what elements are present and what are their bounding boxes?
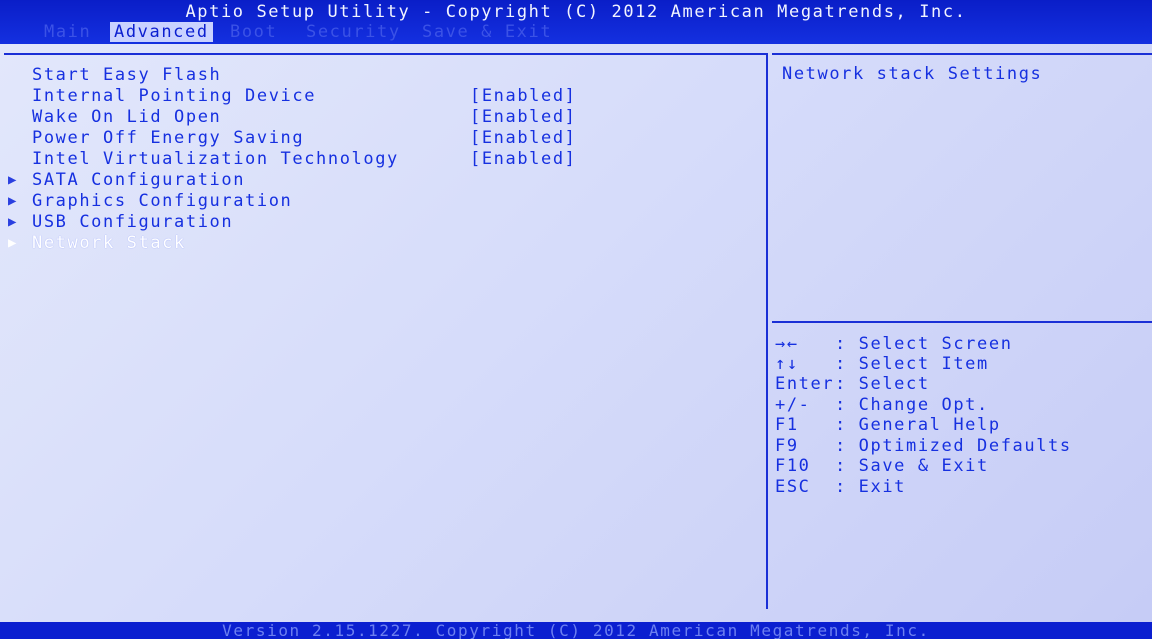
key-desc: : General Help [835, 415, 1001, 435]
help-description: Network stack Settings [782, 64, 1043, 84]
menu-item-label: USB Configuration [32, 212, 234, 232]
menu-item-internal-pointing-device[interactable]: Internal Pointing Device [Enabled] [4, 86, 764, 106]
menu-item-value[interactable]: [Enabled] [470, 107, 577, 127]
menu-item-label: Wake On Lid Open [32, 107, 222, 127]
key-hint-change-opt: +/- : Change Opt. [775, 395, 987, 415]
key-label: +/- [775, 395, 811, 415]
key-hint-enter: Enter : Select [775, 374, 928, 394]
tab-save-exit[interactable]: Save & Exit [418, 22, 556, 42]
menu-item-power-off-energy-saving[interactable]: Power Off Energy Saving [Enabled] [4, 128, 764, 148]
key-label: F1 [775, 415, 799, 435]
menu-item-value[interactable]: [Enabled] [470, 128, 577, 148]
menu-item-value[interactable]: [Enabled] [470, 86, 577, 106]
key-label: F9 [775, 436, 799, 456]
menu-item-label: Graphics Configuration [32, 191, 293, 211]
help-panel [772, 53, 1152, 323]
menu-item-label: Start Easy Flash [32, 65, 222, 85]
menu-item-label: Network Stack [32, 233, 186, 253]
key-label: Enter [775, 374, 835, 394]
menu-item-start-easy-flash[interactable]: Start Easy Flash [4, 65, 764, 85]
key-arrows-lr-icon: →← [775, 334, 799, 354]
key-hint-save-exit: F10 : Save & Exit [775, 456, 987, 476]
menu-item-label: Internal Pointing Device [32, 86, 317, 106]
key-desc: : Save & Exit [835, 456, 989, 476]
submenu-arrow-icon: ▶ [8, 172, 19, 188]
menu-item-graphics-configuration[interactable]: ▶ Graphics Configuration [4, 191, 764, 211]
submenu-arrow-icon: ▶ [8, 193, 19, 209]
key-desc: : Change Opt. [835, 395, 989, 415]
key-hint-general-help: F1 : General Help [775, 415, 999, 435]
menu-item-value[interactable]: [Enabled] [470, 149, 577, 169]
key-desc: : Select Screen [835, 334, 1013, 354]
key-desc: : Select [835, 374, 930, 394]
key-label: F10 [775, 456, 811, 476]
key-hint-exit: ESC : Exit [775, 477, 904, 497]
app-title: Aptio Setup Utility - Copyright (C) 2012… [185, 2, 967, 22]
submenu-arrow-icon: ▶ [8, 235, 19, 251]
key-label: ESC [775, 477, 811, 497]
menu-item-label: Intel Virtualization Technology [32, 149, 399, 169]
key-desc: : Exit [835, 477, 907, 497]
menu-item-label: SATA Configuration [32, 170, 246, 190]
key-desc: : Select Item [835, 354, 989, 374]
settings-list: Start Easy Flash Internal Pointing Devic… [4, 53, 768, 609]
menu-item-wake-on-lid-open[interactable]: Wake On Lid Open [Enabled] [4, 107, 764, 127]
tab-security[interactable]: Security [302, 22, 405, 42]
title-bar: Aptio Setup Utility - Copyright (C) 2012… [0, 0, 1152, 44]
key-hint-select-item: ↑↓ : Select Item [775, 354, 987, 374]
submenu-arrow-icon: ▶ [8, 214, 19, 230]
key-desc: : Optimized Defaults [835, 436, 1072, 456]
menu-item-usb-configuration[interactable]: ▶ USB Configuration [4, 212, 764, 232]
menu-item-network-stack[interactable]: ▶ Network Stack [4, 233, 764, 253]
version-footer: Version 2.15.1227. Copyright (C) 2012 Am… [0, 622, 1152, 639]
menu-item-label: Power Off Energy Saving [32, 128, 305, 148]
key-hint-select-screen: →← : Select Screen [775, 334, 1011, 354]
key-arrows-ud-icon: ↑↓ [775, 354, 799, 374]
tab-boot[interactable]: Boot [226, 22, 281, 42]
menu-item-sata-configuration[interactable]: ▶ SATA Configuration [4, 170, 764, 190]
tab-main[interactable]: Main [40, 22, 95, 42]
tab-advanced[interactable]: Advanced [110, 22, 213, 42]
menu-item-intel-virtualization[interactable]: Intel Virtualization Technology [Enabled… [4, 149, 764, 169]
key-hint-optimized-defaults: F9 : Optimized Defaults [775, 436, 1070, 456]
